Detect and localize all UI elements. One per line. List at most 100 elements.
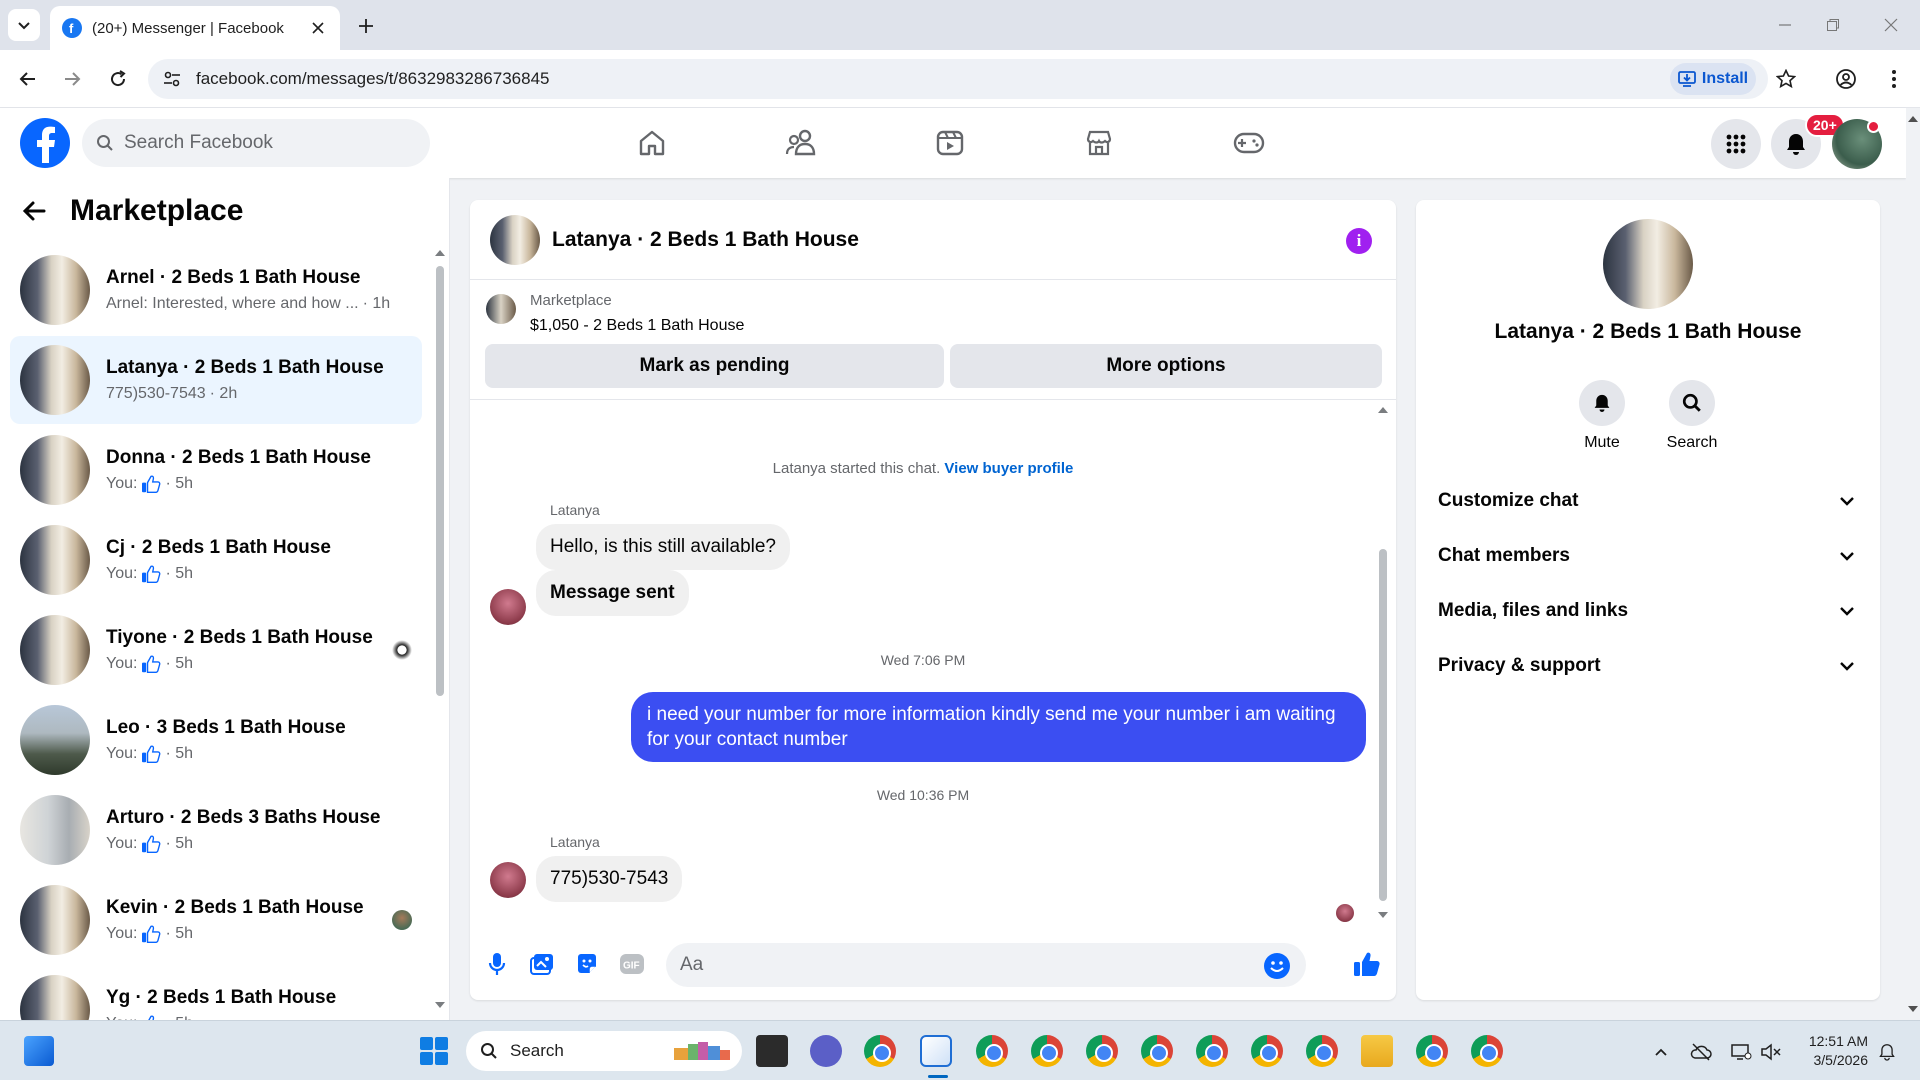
incoming-message[interactable]: Message sent [536,570,689,616]
conversation-item[interactable]: Cj · 2 Beds 1 Bath House You: · 5h [10,516,422,604]
conversation-item[interactable]: Latanya · 2 Beds 1 Bath House 775)530-754… [10,336,422,424]
taskbar-clock[interactable]: 12:51 AM 3/5/2026 [1800,1032,1868,1070]
conversation-item[interactable]: Donna · 2 Beds 1 Bath House You: · 5h [10,426,422,514]
incoming-message[interactable]: Hello, is this still available? [536,524,790,570]
scroll-down-icon[interactable] [1376,910,1390,920]
page-scrollbar[interactable] [1906,108,1920,1020]
bookmark-star-icon[interactable] [1775,68,1797,94]
onedrive-off-icon[interactable] [1690,1041,1712,1063]
search-in-chat-button[interactable]: Search [1652,380,1732,452]
network-icon[interactable] [1730,1041,1752,1063]
conversation-item[interactable]: Arturo · 2 Beds 3 Baths House You: · 5h [10,786,422,874]
install-app-button[interactable]: Install [1670,63,1756,95]
conversation-item[interactable]: Yg · 2 Beds 1 Bath HouseYou:· 5h [10,966,422,1020]
chrome-icon[interactable] [864,1035,896,1067]
details-avatar[interactable] [1603,219,1693,309]
gif-icon[interactable]: GIF [617,949,647,979]
volume-muted-icon[interactable] [1760,1041,1782,1063]
chrome-profile-icon[interactable] [1086,1035,1118,1067]
search-icon[interactable] [1669,380,1715,426]
teams-icon[interactable] [810,1035,842,1067]
task-view-icon[interactable] [756,1035,788,1067]
conversation-item[interactable]: Arnel · 2 Beds 1 Bath House Arnel: Intere… [10,246,422,334]
facebook-logo-icon[interactable] [20,118,70,168]
message-placeholder: Aa [680,954,704,975]
menu-button[interactable] [1711,119,1761,169]
listing-title[interactable]: $1,050 - 2 Beds 1 Bath House [530,317,744,335]
snipping-tool-icon[interactable] [920,1035,952,1078]
like-thumb-icon[interactable] [1352,949,1382,979]
scroll-up-icon[interactable] [434,248,446,258]
microphone-icon[interactable] [482,949,512,979]
address-bar[interactable]: facebook.com/messages/t/8632983286736845… [148,59,1797,99]
notification-bell-icon[interactable] [1876,1041,1898,1063]
back-arrow-icon[interactable] [22,200,46,222]
sidebar-scroll-thumb[interactable] [436,266,444,696]
taskbar-search[interactable]: Search [466,1031,742,1071]
site-settings-icon[interactable] [162,69,182,89]
widgets-icon[interactable] [24,1036,54,1066]
nav-gaming[interactable] [1226,120,1272,166]
chrome-profile-icon[interactable] [1031,1035,1063,1067]
close-window-button[interactable] [1876,10,1906,40]
media-files-links-section[interactable]: Media, files and links [1436,589,1860,633]
scroll-down-icon[interactable] [1906,1004,1920,1014]
back-button[interactable] [12,63,44,95]
nav-marketplace[interactable] [1076,120,1122,166]
conversation-item[interactable]: Tiyone · 2 Beds 1 Bath House You: · 5h [10,606,422,694]
mute-button[interactable]: Mute [1562,380,1642,452]
chat-avatar[interactable] [490,214,540,265]
chrome-profile-icon[interactable] [1196,1035,1228,1067]
preview-text: You: [106,655,138,672]
bell-icon[interactable] [1579,380,1625,426]
chrome-profile-icon[interactable] [1416,1035,1448,1067]
conversation-item[interactable]: Leo · 3 Beds 1 Bath House You: · 5h [10,696,422,784]
scroll-up-icon[interactable] [1906,114,1920,124]
show-hidden-icons-chevron-up-icon[interactable] [1650,1041,1672,1063]
file-explorer-icon[interactable] [1361,1035,1393,1067]
start-button[interactable] [420,1037,448,1065]
reload-button[interactable] [102,63,134,95]
facebook-search-input[interactable]: Search Facebook [82,119,430,167]
chrome-profile-icon[interactable] [1251,1035,1283,1067]
browser-tab[interactable]: f (20+) Messenger | Facebook [50,6,340,50]
conversation-item[interactable]: Kevin · 2 Beds 1 Bath House You: · 5h [10,876,422,964]
sender-avatar[interactable] [490,589,526,625]
mark-as-pending-button[interactable]: Mark as pending [485,344,944,388]
nav-friends[interactable] [778,120,824,166]
sidebar-scrollbar[interactable] [434,242,446,1012]
tab-search-button[interactable] [8,9,40,41]
plus-icon [359,19,373,33]
browser-menu-button[interactable] [1878,63,1910,95]
nav-home[interactable] [629,120,675,166]
scroll-down-icon[interactable] [434,1000,446,1010]
photo-icon[interactable] [527,949,557,979]
message-input[interactable]: Aa [666,943,1306,987]
chrome-profile-icon[interactable] [1471,1035,1503,1067]
view-buyer-profile-link[interactable]: View buyer profile [944,460,1073,477]
sticker-icon[interactable] [572,949,602,979]
forward-button[interactable] [56,63,88,95]
chrome-profile-icon[interactable] [976,1035,1008,1067]
chrome-profile-icon[interactable] [1141,1035,1173,1067]
tab-close-icon[interactable] [308,18,328,38]
emoji-icon[interactable] [1264,953,1290,979]
chat-scroll-thumb[interactable] [1379,549,1387,901]
minimize-button[interactable] [1770,10,1800,40]
nav-watch[interactable] [927,120,973,166]
outgoing-message[interactable]: i need your number for more information … [631,692,1366,762]
chrome-profile-icon[interactable] [1306,1035,1338,1067]
customize-chat-section[interactable]: Customize chat [1436,479,1860,523]
sender-avatar[interactable] [490,862,526,898]
more-options-button[interactable]: More options [950,344,1382,388]
info-icon[interactable]: i [1346,228,1372,254]
chat-scrollbar[interactable] [1376,405,1390,920]
restore-button[interactable] [1818,10,1848,40]
new-tab-button[interactable] [352,12,380,40]
profile-button[interactable] [1830,63,1862,95]
incoming-message[interactable]: 775)530-7543 [536,856,683,902]
privacy-support-section[interactable]: Privacy & support [1436,644,1860,688]
scroll-up-icon[interactable] [1376,405,1390,415]
chat-members-section[interactable]: Chat members [1436,534,1860,578]
chat-title[interactable]: Latanya · 2 Beds 1 Bath House [552,228,859,252]
